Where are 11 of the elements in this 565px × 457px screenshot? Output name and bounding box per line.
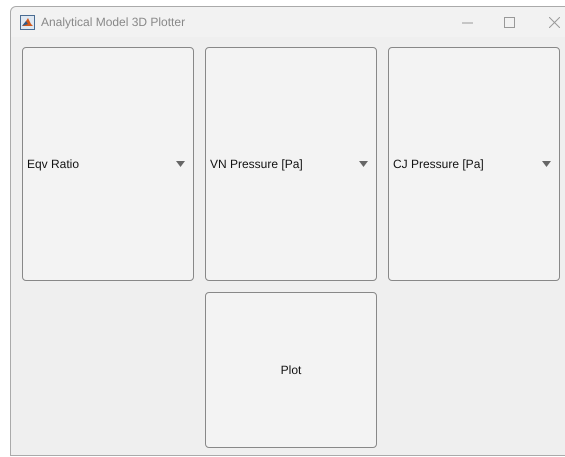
plot-button[interactable]: Plot: [205, 292, 377, 448]
dropdown[interactable]: Eqv Ratio: [22, 47, 194, 281]
maximize-icon[interactable]: [504, 16, 515, 28]
caret-icon: [542, 161, 551, 167]
caret-icon: [176, 161, 185, 167]
dropdown[interactable]: VN Pressure [Pa]: [205, 47, 377, 281]
close-icon[interactable]: [549, 16, 560, 28]
dropdown[interactable]: CJ Pressure [Pa]: [388, 47, 560, 281]
caret-icon: [359, 161, 368, 167]
app-icon: [20, 14, 35, 30]
window-title: Analytical Model 3D Plotter: [41, 14, 186, 31]
